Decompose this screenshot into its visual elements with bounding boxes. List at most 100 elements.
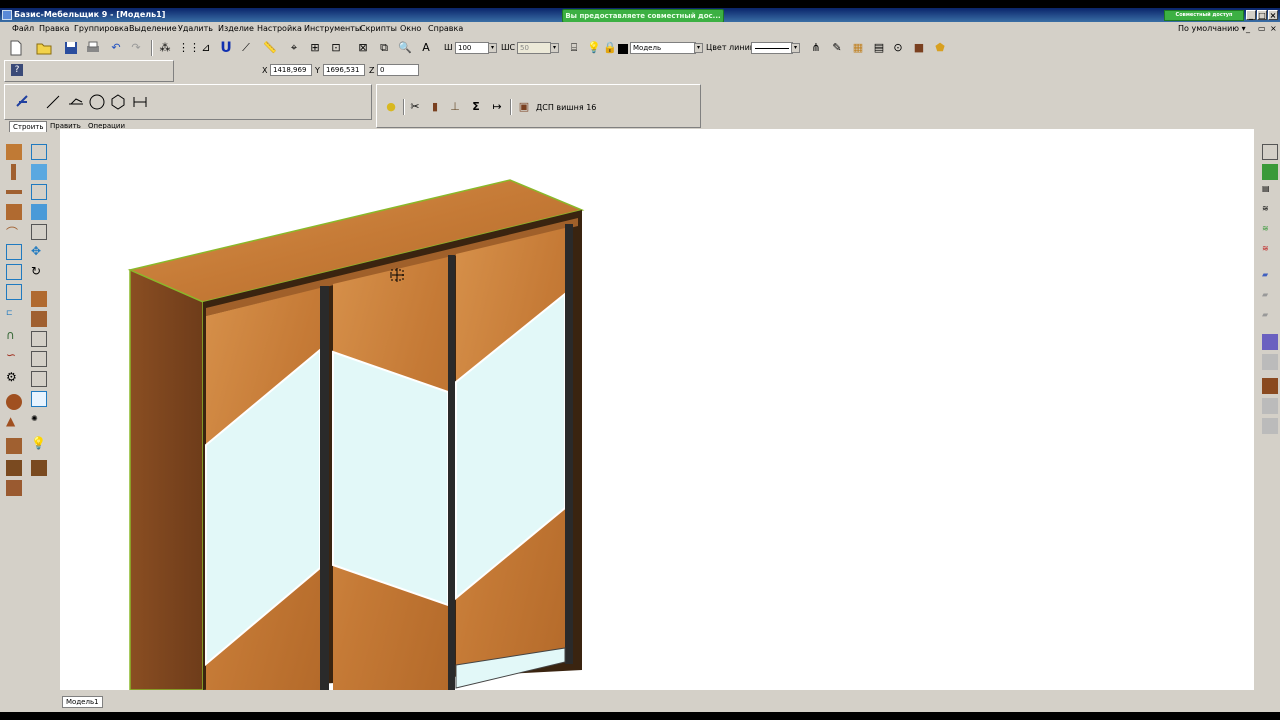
menu-tools[interactable]: Инструменты [304, 24, 361, 33]
zoom-icon[interactable]: 🔍 [397, 40, 413, 56]
glass-icon[interactable] [31, 391, 47, 407]
dimension-tool-icon[interactable] [132, 94, 148, 110]
material-icon[interactable]: ▣ [516, 99, 532, 115]
menu-edit[interactable]: Правка [39, 24, 69, 33]
shelf-icon[interactable] [6, 284, 22, 300]
printer-icon[interactable] [85, 40, 101, 56]
leg-icon[interactable] [6, 438, 22, 454]
mdi-restore-button[interactable]: ▭ [1258, 24, 1266, 33]
box-tool-icon[interactable] [31, 144, 47, 160]
construct-icon[interactable] [15, 94, 31, 110]
solid-tool-icon[interactable] [31, 204, 47, 220]
lamp-icon[interactable]: 💡 [31, 436, 47, 452]
menu-product[interactable]: Изделие [218, 24, 254, 33]
cutting-icon[interactable]: ≋ [1262, 204, 1278, 220]
material-name[interactable]: ДСП вишня 16 [536, 103, 596, 112]
close-button[interactable]: × [1268, 10, 1278, 20]
add-edge-icon[interactable]: ≋ [1262, 224, 1278, 240]
width-field[interactable]: 100 [455, 42, 489, 54]
grid-icon[interactable]: ⋮⋮ [178, 40, 200, 56]
window-layout-icon[interactable] [1262, 144, 1278, 160]
scissors-icon[interactable]: ✂ [407, 99, 423, 115]
step-field[interactable]: 50 [517, 42, 551, 54]
vertical-panel-icon[interactable] [6, 164, 22, 180]
cube-tool-icon[interactable] [31, 164, 47, 180]
text-icon[interactable]: A [418, 40, 434, 56]
step-dropdown[interactable]: ▾ [550, 43, 559, 53]
cabinet-icon[interactable] [6, 460, 22, 476]
tree-icon[interactable]: ⋔ [808, 40, 824, 56]
remove-edge-icon[interactable]: ≋ [1262, 244, 1278, 260]
z-field[interactable]: 0 [377, 64, 419, 76]
horizontal-panel-icon[interactable] [6, 184, 22, 200]
gray-texture-icon[interactable] [1262, 398, 1278, 414]
spacer-icon[interactable] [6, 244, 22, 260]
facade-icon[interactable] [31, 331, 47, 347]
green-panel-icon[interactable] [1262, 164, 1278, 180]
hinge-icon[interactable]: ∩ [6, 328, 22, 344]
sphere-icon[interactable] [6, 394, 22, 410]
library-icon[interactable] [6, 480, 22, 496]
texture-icon[interactable]: ▰ [1262, 290, 1278, 306]
ruler-icon[interactable]: 📏 [262, 40, 278, 56]
maximize-button[interactable]: □ [1257, 10, 1267, 20]
door-icon[interactable] [31, 311, 47, 327]
line-style-dropdown[interactable]: ▾ [791, 43, 800, 53]
section-icon[interactable] [31, 371, 47, 387]
hardware-icon[interactable]: ⚙ [6, 370, 22, 386]
layer-select[interactable]: Модель [630, 42, 696, 54]
new-doc-icon[interactable] [8, 40, 24, 56]
line-style-select[interactable] [751, 42, 793, 54]
model-canvas[interactable] [60, 129, 1254, 690]
undo-icon[interactable]: ↶ [108, 40, 124, 56]
inspect-icon[interactable]: ⊙ [890, 40, 906, 56]
line-tool-icon[interactable] [45, 94, 61, 110]
menu-help[interactable]: Справка [428, 24, 463, 33]
material-apply-icon[interactable]: ▰ [1262, 270, 1278, 286]
handle-icon[interactable]: ∽ [6, 348, 22, 364]
render-icon[interactable] [1262, 334, 1278, 350]
menu-window[interactable]: Окно [400, 24, 421, 33]
width-dropdown[interactable]: ▾ [488, 43, 497, 53]
measure-icon[interactable]: ⟋ [238, 40, 254, 56]
report-icon[interactable]: ▤ [871, 40, 887, 56]
texture-rotate-icon[interactable]: ▰ [1262, 310, 1278, 326]
help-icon[interactable]: ? [11, 64, 23, 76]
zoom-all-icon[interactable]: ⊡ [328, 40, 344, 56]
folder-icon[interactable]: ● [383, 99, 399, 115]
menu-file[interactable]: Файл [12, 24, 34, 33]
panels-icon[interactable]: ▦ [850, 40, 866, 56]
save-icon[interactable] [63, 40, 79, 56]
bulb-icon[interactable]: 💡 [586, 40, 602, 56]
minimize-button[interactable]: _ [1246, 10, 1256, 20]
default-profile-select[interactable]: По умолчанию ▾ [1178, 24, 1246, 33]
wood-texture-icon[interactable] [1262, 378, 1278, 394]
redo-icon[interactable]: ↷ [128, 40, 144, 56]
share-notification[interactable]: Вы предоставляете совместный дос... [562, 9, 724, 23]
polyline-tool-icon[interactable] [68, 94, 84, 110]
curve-panel-icon[interactable]: ⌒ [6, 224, 22, 240]
circle-tool-icon[interactable] [89, 94, 105, 110]
wire-box-icon[interactable] [31, 224, 47, 240]
edit-icon[interactable]: ✎ [829, 40, 845, 56]
part-icon[interactable]: ▮ [427, 99, 443, 115]
drawer-icon[interactable]: ⊏ [6, 308, 22, 324]
zoom-box-icon[interactable]: ⊠ [355, 40, 371, 56]
view-icon[interactable]: ⌖ [286, 40, 302, 56]
mdi-close-button[interactable]: × [1270, 24, 1277, 33]
ortho-icon[interactable]: ⊿ [198, 40, 214, 56]
layer-color-swatch[interactable] [618, 44, 628, 54]
frame-tool-icon[interactable] [31, 184, 47, 200]
layer-dropdown[interactable]: ▾ [694, 43, 703, 53]
box-icon[interactable]: ■ [911, 40, 927, 56]
lock-icon[interactable]: 🔒 [602, 40, 618, 56]
shade-icon[interactable] [1262, 354, 1278, 370]
move-tool-icon[interactable]: ✥ [31, 244, 47, 260]
spec-icon[interactable]: ▤ [1262, 184, 1278, 200]
menu-settings[interactable]: Настройка [257, 24, 302, 33]
snap-points-icon[interactable]: ⁂ [157, 40, 173, 56]
back-panel-icon[interactable] [6, 204, 22, 220]
menu-group[interactable]: Группировка [74, 24, 129, 33]
sum-icon[interactable]: Σ [468, 99, 484, 115]
cone-icon[interactable]: ▲ [6, 414, 22, 430]
